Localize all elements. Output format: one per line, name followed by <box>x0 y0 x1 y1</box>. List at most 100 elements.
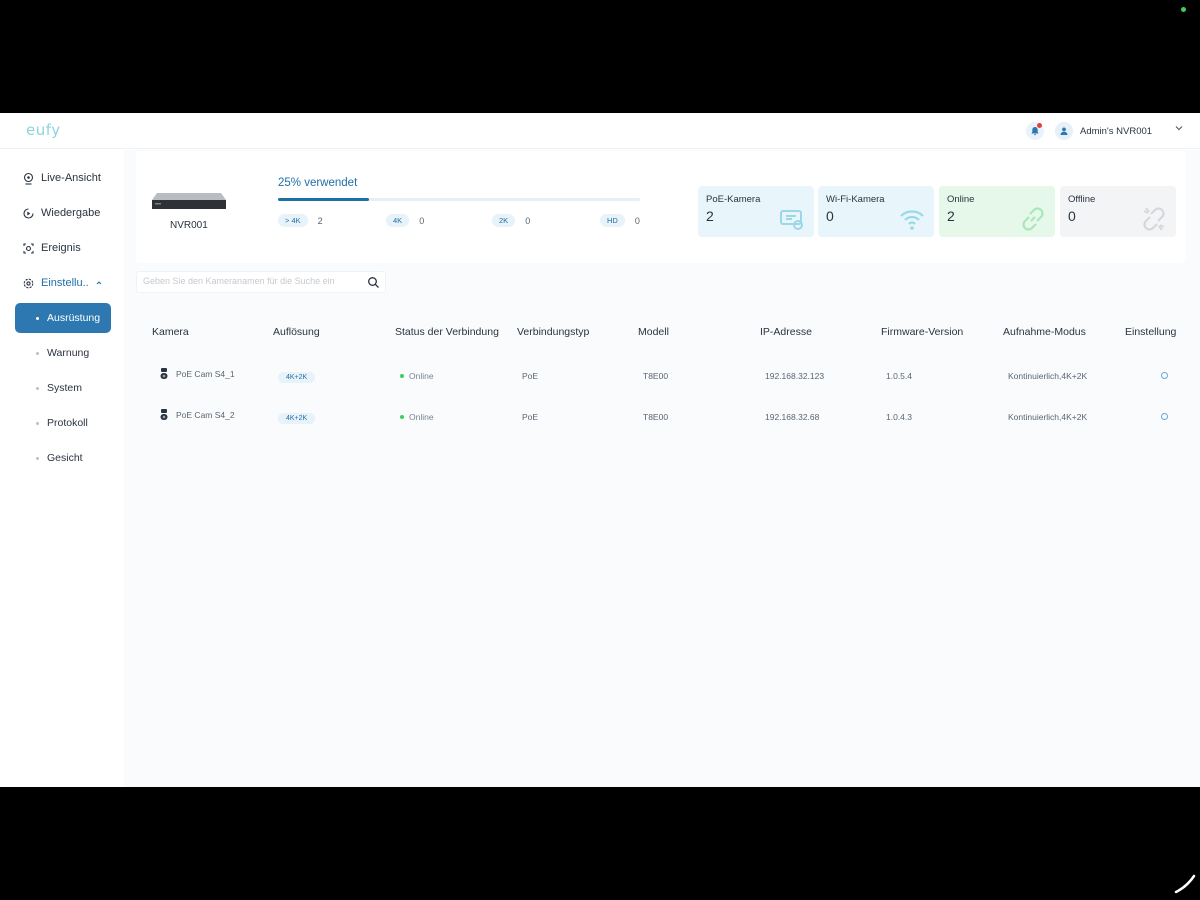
firmware-cell: 1.0.5.4 <box>886 371 912 381</box>
stat-card-online[interactable]: Online 2 <box>939 186 1055 237</box>
status-dot <box>400 415 404 419</box>
resolution-count-2k: 2K 0 <box>492 214 530 227</box>
sidebar-item-label: Live-Ansicht <box>41 172 101 184</box>
table-row[interactable]: PoE Cam S4_2 4K+2K Online PoE T8E00 192.… <box>136 399 1186 435</box>
event-icon <box>23 242 34 254</box>
camera-name: PoE Cam S4_1 <box>176 369 235 379</box>
status-indicator <box>1181 7 1186 12</box>
usage-progress-fill <box>278 198 369 201</box>
camera-icon <box>160 409 168 420</box>
resolution-pill: HD <box>600 214 625 227</box>
main-content: NVR001 25% verwendet > 4K 2 4K 0 2K 0 HD… <box>124 150 1200 787</box>
nvr-device-image <box>152 193 226 209</box>
status-text: Online <box>409 371 434 381</box>
status-text: Online <box>409 412 434 422</box>
resolution-count-4k: 4K 0 <box>386 214 424 227</box>
connection-type-cell: PoE <box>522 371 539 381</box>
storage-summary-card: NVR001 25% verwendet > 4K 2 4K 0 2K 0 HD… <box>136 151 1186 263</box>
resolution-count-hd: HD 0 <box>600 214 640 227</box>
stat-card-offline[interactable]: Offline 0 <box>1060 186 1176 237</box>
sidebar-item-settings[interactable]: Einstellu.. <box>22 273 103 293</box>
table-row[interactable]: PoE Cam S4_1 4K+2K Online PoE T8E00 192.… <box>136 358 1186 394</box>
resolution-pill: 4K+2K <box>278 413 316 424</box>
wifi-icon <box>900 210 924 230</box>
resolution-count: 0 <box>525 215 531 226</box>
column-header-connection-type: Verbindungstyp <box>517 326 590 338</box>
device-name: NVR001 <box>170 220 208 231</box>
search-input[interactable] <box>143 276 355 286</box>
top-header: eufy Admin's NVR001 <box>0 113 1200 149</box>
stat-label: PoE-Kamera <box>706 194 761 205</box>
camera-name-cell: PoE Cam S4_2 <box>160 409 235 421</box>
camera-icon <box>23 172 34 185</box>
ip-address-cell: 192.168.32.68 <box>765 412 820 422</box>
resolution-pill: 4K <box>386 214 410 227</box>
sidebar-subitem-label: Protokoll <box>47 417 88 429</box>
app-window: eufy Admin's NVR001 Live-Ansicht Wiederg… <box>0 113 1200 787</box>
ip-address-cell: 192.168.32.123 <box>765 371 825 381</box>
user-menu[interactable]: Admin's NVR001 <box>1055 122 1152 140</box>
bullet <box>36 456 39 460</box>
column-header-camera: Kamera <box>152 326 189 338</box>
sidebar-subitem-equipment[interactable]: Ausrüstung <box>15 303 111 333</box>
resolution-count: 0 <box>419 215 425 226</box>
column-header-connection-status: Status der Verbindung <box>395 326 499 338</box>
resolution-pill: 2K <box>492 214 516 227</box>
usage-label: 25% verwendet <box>278 177 358 189</box>
playback-icon <box>23 207 34 219</box>
resize-handle-icon <box>1174 874 1196 894</box>
model-cell: T8E00 <box>643 371 669 381</box>
notification-badge <box>1037 123 1042 128</box>
notification-button[interactable] <box>1026 122 1044 140</box>
stat-card-wifi-camera[interactable]: Wi-Fi-Kamera 0 <box>818 186 934 237</box>
avatar <box>1055 122 1073 140</box>
sidebar-item-playback[interactable]: Wiedergabe <box>22 203 100 223</box>
usage-progress-bar <box>278 198 640 201</box>
sidebar-subitem-log[interactable]: Protokoll <box>36 413 88 433</box>
settings-cell <box>1161 372 1168 379</box>
settings-icon[interactable] <box>1161 413 1168 420</box>
sidebar-item-event[interactable]: Ereignis <box>22 238 81 258</box>
sidebar-item-live-view[interactable]: Live-Ansicht <box>22 168 101 188</box>
column-header-resolution: Auflösung <box>273 326 320 338</box>
camera-name-cell: PoE Cam S4_1 <box>160 368 235 380</box>
sidebar-subitem-warning[interactable]: Warnung <box>36 343 89 363</box>
status-cell: Online <box>400 412 434 422</box>
settings-icon[interactable] <box>1161 372 1168 379</box>
column-header-recording-mode: Aufnahme-Modus <box>1003 326 1086 338</box>
sidebar-item-label: Ereignis <box>41 242 81 254</box>
sidebar-subitem-label: Ausrüstung <box>47 312 101 324</box>
column-header-ip-address: IP-Adresse <box>760 326 812 338</box>
settings-cell <box>1161 413 1168 420</box>
camera-icon <box>160 368 168 379</box>
status-cell: Online <box>400 371 434 381</box>
bullet <box>36 386 39 390</box>
resolution-cell: 4K+2K <box>278 412 316 424</box>
column-header-settings: Einstellung <box>1125 326 1177 338</box>
resolution-cell: 4K+2K <box>278 371 316 383</box>
resolution-count: 0 <box>634 215 640 226</box>
stat-label: Online <box>947 194 975 205</box>
firmware-cell: 1.0.4.3 <box>886 412 912 422</box>
stat-label: Wi-Fi-Kamera <box>826 194 885 205</box>
sidebar-subitem-label: System <box>47 382 83 394</box>
connection-type-cell: PoE <box>522 412 539 422</box>
camera-name: PoE Cam S4_2 <box>176 410 235 420</box>
broken-link-icon <box>1143 207 1165 231</box>
search-icon[interactable] <box>367 276 380 289</box>
bullet <box>36 421 39 425</box>
bullet <box>36 316 39 320</box>
chevron-down-icon[interactable] <box>1174 123 1184 133</box>
resolution-count: 2 <box>317 215 323 226</box>
user-name: Admin's NVR001 <box>1080 125 1153 137</box>
stat-label: Offline <box>1068 194 1096 205</box>
resolution-count-over-4k: > 4K 2 <box>278 214 323 227</box>
screen: eufy Admin's NVR001 Live-Ansicht Wiederg… <box>0 0 1200 900</box>
sidebar: Live-Ansicht Wiedergabe Ereignis Einstel… <box>0 150 124 787</box>
camera-search <box>136 271 386 293</box>
chevron-up-icon <box>96 281 102 285</box>
link-icon <box>1022 207 1044 231</box>
sidebar-subitem-system[interactable]: System <box>36 378 82 398</box>
sidebar-subitem-face[interactable]: Gesicht <box>36 448 83 468</box>
stat-card-poe-camera[interactable]: PoE-Kamera 2 <box>698 186 814 237</box>
